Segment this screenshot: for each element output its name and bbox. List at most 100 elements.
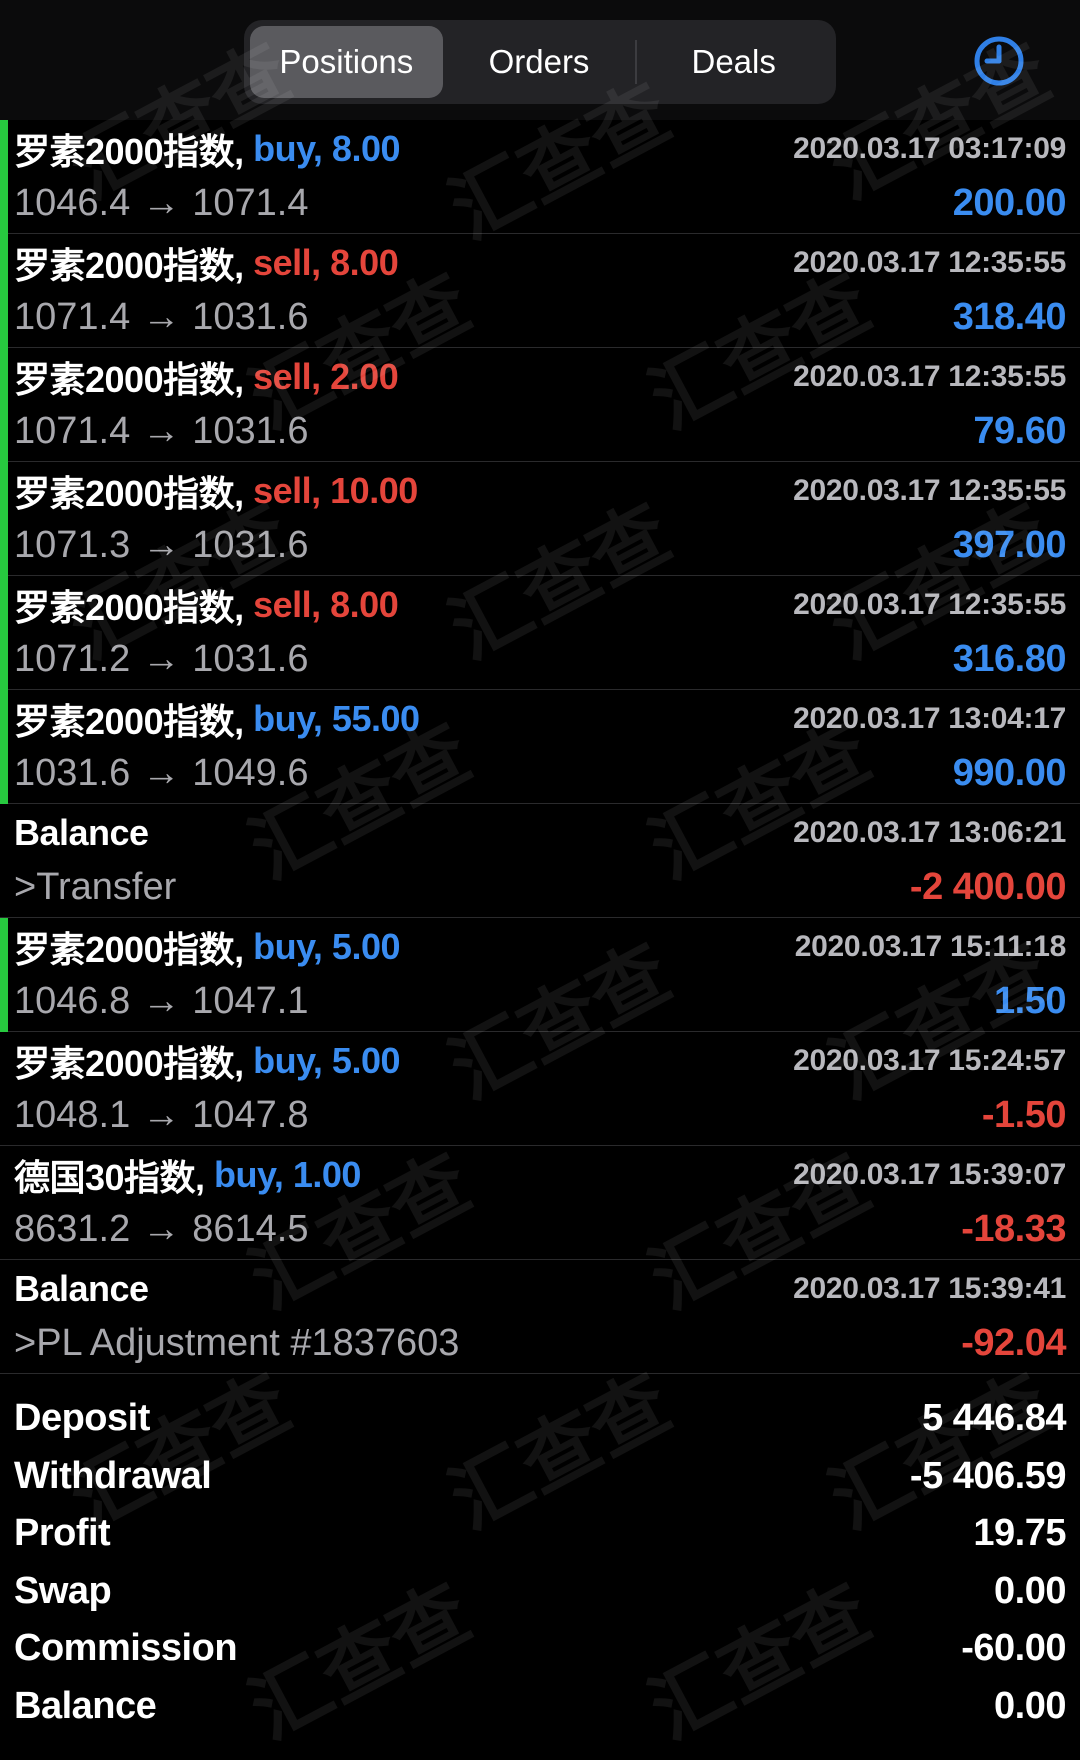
price-open: 8631.2 [14,1207,131,1250]
summary-label: Swap [14,1569,112,1612]
deal-comment: >PL Adjustment #1837603 [14,1318,459,1368]
deal-row[interactable]: 罗素2000指数, sell, 8.00 1071.2 → 1031.6 2020.03… [0,576,1080,690]
deal-prices: 1048.1 → 1047.8 [14,1090,308,1140]
arrow-right-icon: → [142,523,181,566]
arrow-right-icon: → [142,1093,181,1136]
comment-text: >Transfer [14,865,177,908]
deal-title: 德国30指数, buy, 1.00 [14,1150,361,1200]
row-status-marker [0,462,8,576]
deal-profit: -1.50 [981,1093,1067,1136]
comment-text: >PL Adjustment #1837603 [14,1321,460,1364]
price-close: 1031.6 [192,523,309,566]
deal-time: 2020.03.17 13:06:21 [793,816,1066,849]
deal-prices: 1031.6 → 1049.6 [14,748,308,798]
price-close: 8614.5 [192,1207,309,1250]
deal-title: 罗素2000指数, sell, 8.00 [14,238,399,288]
deal-row[interactable]: 罗素2000指数, buy, 55.00 1031.6 → 1049.6 2020.03… [0,690,1080,804]
summary-row: Balance 0.00 [0,1678,1080,1736]
deal-row[interactable]: 罗素2000指数, buy, 5.00 1048.1 → 1047.8 2020.03.… [0,1032,1080,1146]
summary-value: 0.00 [994,1569,1066,1612]
price-close: 1047.8 [192,1093,309,1136]
arrow-right-icon: → [142,979,181,1022]
price-open: 1048.1 [14,1093,131,1136]
deal-symbol: 罗素2000指数, [14,929,244,970]
summary-row: Profit 19.75 [0,1505,1080,1563]
deal-row[interactable]: 罗素2000指数, buy, 8.00 1046.4 → 1071.4 2020.03.… [0,120,1080,234]
deal-side-volume: buy, 8.00 [243,128,400,169]
summary-label: Balance [14,1684,157,1727]
deal-time: 2020.03.17 12:35:55 [793,588,1066,621]
row-status-marker [0,120,8,234]
deal-time: 2020.03.17 15:39:07 [793,1158,1066,1191]
price-close: 1031.6 [192,295,309,338]
deal-list: 罗素2000指数, buy, 8.00 1046.4 → 1071.4 2020.03.… [0,120,1080,1374]
arrow-right-icon: → [142,409,181,452]
arrow-right-icon: → [142,1207,181,1250]
deal-row[interactable]: 罗素2000指数, sell, 8.00 1071.4 → 1031.6 2020.03… [0,234,1080,348]
deal-symbol: 罗素2000指数, [14,1043,244,1084]
deal-side-volume: buy, 5.00 [243,1040,400,1081]
row-status-marker [0,1146,8,1260]
deal-symbol: 罗素2000指数, [14,587,244,628]
deal-time: 2020.03.17 15:24:57 [793,1044,1066,1077]
arrow-right-icon: → [142,637,181,680]
deal-profit: -2 400.00 [909,865,1067,908]
row-status-marker [0,1260,8,1374]
deal-row[interactable]: 罗素2000指数, sell, 10.00 1071.3 → 1031.6 2020.0… [0,462,1080,576]
deal-profit: 318.40 [952,295,1067,338]
price-open: 1046.8 [14,979,131,1022]
balance-row[interactable]: Balance >PL Adjustment #1837603 2020.03.17… [0,1260,1080,1374]
deal-title: 罗素2000指数, sell, 2.00 [14,352,399,402]
deal-prices: 1071.2 → 1031.6 [14,634,308,684]
deal-row[interactable]: 德国30指数, buy, 1.00 8631.2 → 8614.5 2020.03.17… [0,1146,1080,1260]
clock-icon[interactable] [972,34,1026,88]
tab-orders[interactable]: Orders [443,26,636,98]
deal-symbol: 罗素2000指数, [14,359,244,400]
price-close: 1071.4 [192,181,309,224]
deal-title: 罗素2000指数, sell, 10.00 [14,466,418,516]
summary-row: Commission -60.00 [0,1620,1080,1678]
summary-value: 19.75 [973,1512,1066,1555]
row-status-marker [0,234,8,348]
row-status-marker [0,348,8,462]
deal-title: Balance [14,808,149,858]
summary-row: Deposit 5 446.84 [0,1390,1080,1448]
deal-profit: 79.60 [973,409,1066,452]
deal-row[interactable]: 罗素2000指数, buy, 5.00 1046.8 → 1047.1 2020.03.… [0,918,1080,1032]
deal-row[interactable]: 罗素2000指数, sell, 2.00 1071.4 → 1031.6 2020.03… [0,348,1080,462]
deal-symbol: 德国30指数, [14,1157,205,1198]
row-status-marker [0,576,8,690]
row-status-marker [0,918,8,1032]
deal-profit: -18.33 [961,1207,1066,1250]
deal-title: 罗素2000指数, buy, 8.00 [14,124,401,174]
deal-title: 罗素2000指数, sell, 8.00 [14,580,399,630]
price-close: 1031.6 [192,409,309,452]
summary-label: Commission [14,1627,238,1670]
deal-side-volume: buy, 5.00 [243,926,400,967]
tab-deals[interactable]: Deals [637,26,830,98]
deal-side-volume: sell, 10.00 [243,470,418,511]
deal-side-volume: sell, 8.00 [243,584,399,625]
deal-symbol: 罗素2000指数, [14,473,244,514]
deal-time: 2020.03.17 15:39:41 [793,1272,1066,1305]
arrow-right-icon: → [142,181,181,224]
deal-comment: >Transfer [14,862,176,912]
deal-symbol: 罗素2000指数, [14,131,244,172]
deal-profit: 990.00 [952,751,1067,794]
deal-symbol: Balance [14,812,149,853]
price-open: 1071.3 [14,523,131,566]
tab-positions[interactable]: Positions [250,26,443,98]
deal-profit: -92.04 [961,1321,1066,1364]
balance-row[interactable]: Balance >Transfer 2020.03.17 13:06:21 -2 40… [0,804,1080,918]
deal-prices: 8631.2 → 8614.5 [14,1204,308,1254]
deal-profit: 1.50 [994,979,1066,1022]
deal-profit: 397.00 [952,523,1067,566]
deal-prices: 1046.4 → 1071.4 [14,178,308,228]
deal-profit: 200.00 [952,181,1067,224]
row-status-marker [0,1032,8,1146]
deal-symbol: 罗素2000指数, [14,245,244,286]
deal-profit: 316.80 [952,637,1067,680]
summary-label: Profit [14,1512,111,1555]
price-open: 1031.6 [14,751,131,794]
deal-symbol: Balance [14,1268,149,1309]
